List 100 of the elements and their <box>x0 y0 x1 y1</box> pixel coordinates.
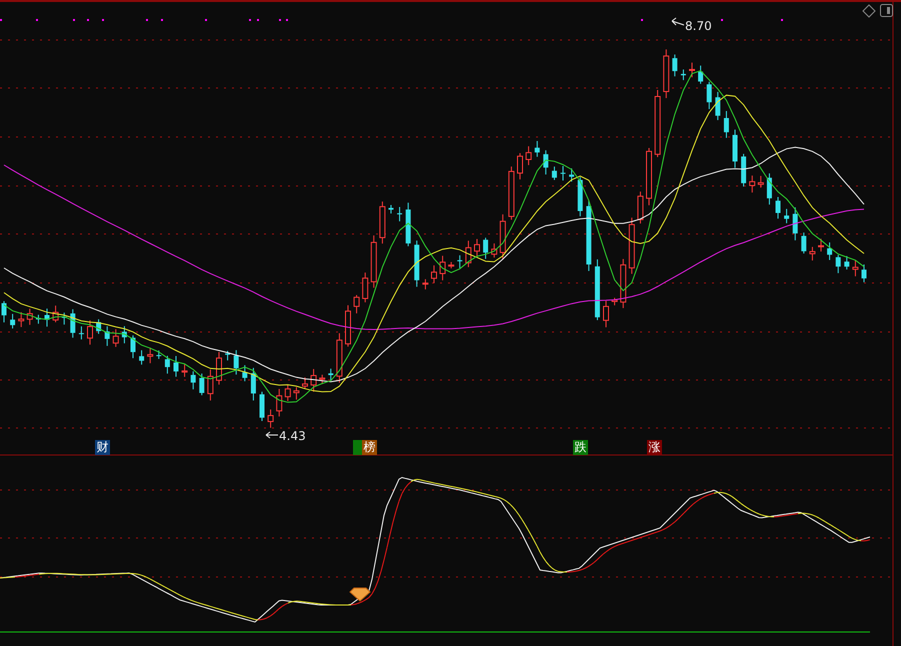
candlestick <box>818 238 824 252</box>
candlestick <box>310 368 317 392</box>
panel-toggle-icon[interactable] <box>880 4 893 17</box>
candlestick <box>284 384 291 402</box>
high-price-label: 8.70 <box>685 19 712 33</box>
candlestick <box>207 369 214 402</box>
candlestick <box>319 374 326 385</box>
candlestick <box>112 328 119 348</box>
candlestick <box>603 300 609 328</box>
candlestick <box>766 172 772 206</box>
candlestick <box>776 196 780 220</box>
event-tag: 涨 <box>647 440 662 455</box>
candlestick <box>36 314 41 324</box>
candlestick <box>526 146 532 166</box>
candlestick <box>646 147 652 206</box>
low-price-label: 4.43 <box>279 429 306 443</box>
candlestick <box>483 237 488 260</box>
candlestick <box>216 352 222 386</box>
candlestick <box>414 240 420 288</box>
candlestick <box>122 326 127 344</box>
candlestick <box>260 391 264 422</box>
candlestick <box>594 258 600 321</box>
candlestick <box>164 355 170 374</box>
candlestick <box>844 256 850 270</box>
candlestick <box>827 242 832 260</box>
candlestick <box>156 350 162 360</box>
candlestick <box>26 308 33 326</box>
candlestick <box>234 350 239 376</box>
candlestick <box>139 350 144 366</box>
candlestick <box>174 355 178 378</box>
candlestick <box>345 304 351 348</box>
candlestick <box>457 254 462 269</box>
candlestick <box>96 318 102 334</box>
candlestick <box>250 367 256 401</box>
candlestick <box>276 388 282 417</box>
leader-line <box>266 432 278 438</box>
candlestick <box>104 326 110 346</box>
candlestick <box>569 168 574 182</box>
candlestick <box>190 370 196 390</box>
candlestick <box>302 376 308 389</box>
candlestick <box>680 69 686 81</box>
candlestick <box>534 140 540 158</box>
candlestick <box>44 308 50 328</box>
candlestick <box>801 232 806 254</box>
diamond-icon <box>349 588 371 602</box>
candlestick <box>328 368 334 381</box>
candlestick <box>242 364 248 382</box>
candlestick <box>448 261 454 269</box>
candlestick <box>517 152 523 180</box>
candlestick <box>698 65 704 84</box>
candlestick <box>689 62 695 78</box>
candlestick <box>354 294 360 314</box>
candlestick <box>784 208 790 224</box>
candlestick <box>10 313 16 329</box>
candlestick <box>268 408 274 428</box>
candlestick <box>732 129 738 168</box>
event-tag: 财 <box>95 440 110 455</box>
candlestick <box>500 214 506 260</box>
candlestick <box>852 260 858 277</box>
event-tag: 跌 <box>573 440 588 455</box>
diamond-outline-icon[interactable] <box>862 4 876 18</box>
candlestick <box>78 326 84 340</box>
candlestick <box>758 175 764 188</box>
candlestick <box>749 175 756 194</box>
candlestick <box>654 90 661 158</box>
candlestick <box>637 191 644 224</box>
candlestick <box>225 350 230 361</box>
candlestick <box>130 334 136 359</box>
event-tag: 榜 <box>362 440 377 455</box>
candlestick <box>336 332 342 384</box>
candlestick <box>672 54 678 77</box>
candlestick <box>370 234 377 288</box>
candlestick <box>182 364 188 378</box>
candlestick <box>862 264 866 283</box>
candlestick <box>199 373 204 396</box>
candlestick <box>586 200 592 272</box>
candlestick <box>52 305 59 323</box>
leader-line <box>672 18 684 26</box>
candlestick <box>620 258 626 309</box>
candlestick <box>543 150 548 175</box>
candlestick <box>362 272 368 303</box>
candlestick <box>406 202 411 247</box>
candlestick <box>663 48 670 99</box>
candlestick <box>2 300 6 323</box>
candlestick <box>612 297 618 306</box>
candlestick <box>552 166 557 180</box>
candlestick <box>809 246 816 261</box>
candlestick <box>628 217 635 274</box>
candlestick <box>440 255 446 281</box>
candlestick <box>706 81 712 110</box>
candlestick <box>465 240 472 268</box>
candlestick <box>431 264 437 284</box>
candlestick <box>388 204 394 214</box>
candlestick <box>147 347 154 364</box>
candlestick <box>62 312 67 326</box>
candlestick <box>379 201 386 244</box>
candlestick <box>422 278 428 290</box>
tag-marker-icon <box>353 440 362 455</box>
candlestick <box>293 386 300 400</box>
candlestick <box>836 254 841 274</box>
